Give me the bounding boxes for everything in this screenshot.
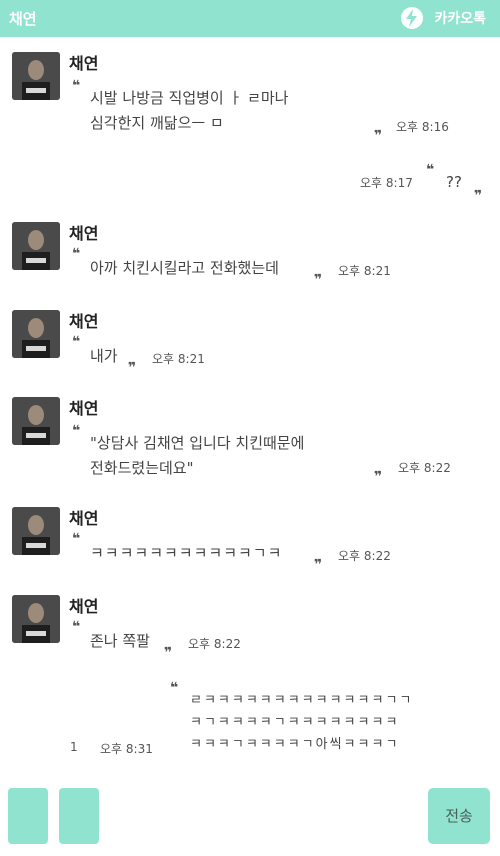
emoticon-button[interactable] [59, 788, 99, 844]
message-time: 오후 8:22 [338, 549, 391, 563]
avatar[interactable] [12, 507, 60, 555]
message-text[interactable]: ㄹㅋㅋㅋㅋㅋㅋㅋㅋㅋㅋㅋㅋㅋㄱㄱ ㅋㄱㅋㅋㅋㅋㄱㅋㅋㅋㅋㅋㅋㅋㅋ ㅋㅋㅋㄱㅋㅋㅋ… [190, 690, 413, 756]
avatar[interactable] [12, 52, 60, 100]
bubble-tail-icon: ❞ [128, 360, 137, 376]
avatar[interactable] [12, 222, 60, 270]
bubble-tail-icon: ❞ [474, 188, 483, 204]
message-text[interactable]: ?? [446, 170, 462, 195]
message-text[interactable]: "상담사 김채연 입니다 치킨때문에 전화드렸는데요" [90, 431, 304, 481]
message-time: 오후 8:21 [338, 264, 391, 278]
sender-name: 채연 [69, 399, 99, 418]
bubble-tail-icon: ❞ [314, 272, 323, 288]
message-time: 오후 8:17 [360, 176, 413, 190]
bubble-tail-icon: ❞ [374, 128, 383, 144]
message-text[interactable]: 존나 쪽팔 [90, 629, 150, 654]
message-time: 오후 8:22 [188, 637, 241, 651]
bubble-tail-icon: ❝ [72, 246, 81, 262]
bubble-tail-icon: ❝ [72, 78, 81, 94]
bubble-tail-icon: ❝ [72, 334, 81, 350]
message-text[interactable]: 아까 치킨시킬라고 전화했는데 [90, 256, 279, 281]
avatar[interactable] [12, 310, 60, 358]
message-time: 오후 8:21 [152, 352, 205, 366]
composer-bar: 전송 [0, 780, 500, 856]
attach-button[interactable] [8, 788, 48, 844]
message-time: 오후 8:31 [100, 742, 153, 756]
kakaotalk-logo-icon [401, 7, 423, 29]
message-time: 오후 8:22 [398, 461, 451, 475]
message-time: 오후 8:16 [396, 120, 449, 134]
sender-name: 채연 [69, 224, 99, 243]
sender-name: 채연 [69, 54, 99, 73]
bubble-tail-icon: ❝ [426, 162, 435, 178]
bubble-tail-icon: ❝ [72, 619, 81, 635]
message-text[interactable]: 시발 나방금 직업병이 ㅏ ㄹ마나 심각한지 깨닮으ㅡ ㅁ [90, 86, 288, 136]
message-text[interactable]: ㅋㅋㅋㅋㅋㅋㅋㅋㅋㅋㅋㄱㅋ [90, 541, 282, 566]
sender-name: 채연 [69, 509, 99, 528]
avatar[interactable] [12, 595, 60, 643]
chat-title: 채연 [9, 10, 37, 28]
sender-name: 채연 [69, 312, 99, 331]
bubble-tail-icon: ❝ [170, 680, 179, 696]
bubble-tail-icon: ❞ [314, 557, 323, 573]
bubble-tail-icon: ❞ [374, 469, 383, 485]
app-brand: 카카오톡 [434, 11, 486, 27]
bubble-tail-icon: ❞ [164, 645, 173, 661]
top-bar: 채연 카카오톡 [0, 0, 500, 37]
bubble-tail-icon: ❝ [72, 423, 81, 439]
avatar[interactable] [12, 397, 60, 445]
send-button[interactable]: 전송 [428, 788, 490, 844]
message-text[interactable]: 내가 [90, 344, 118, 369]
unread-count: 1 [70, 740, 78, 754]
sender-name: 채연 [69, 597, 99, 616]
bubble-tail-icon: ❝ [72, 531, 81, 547]
